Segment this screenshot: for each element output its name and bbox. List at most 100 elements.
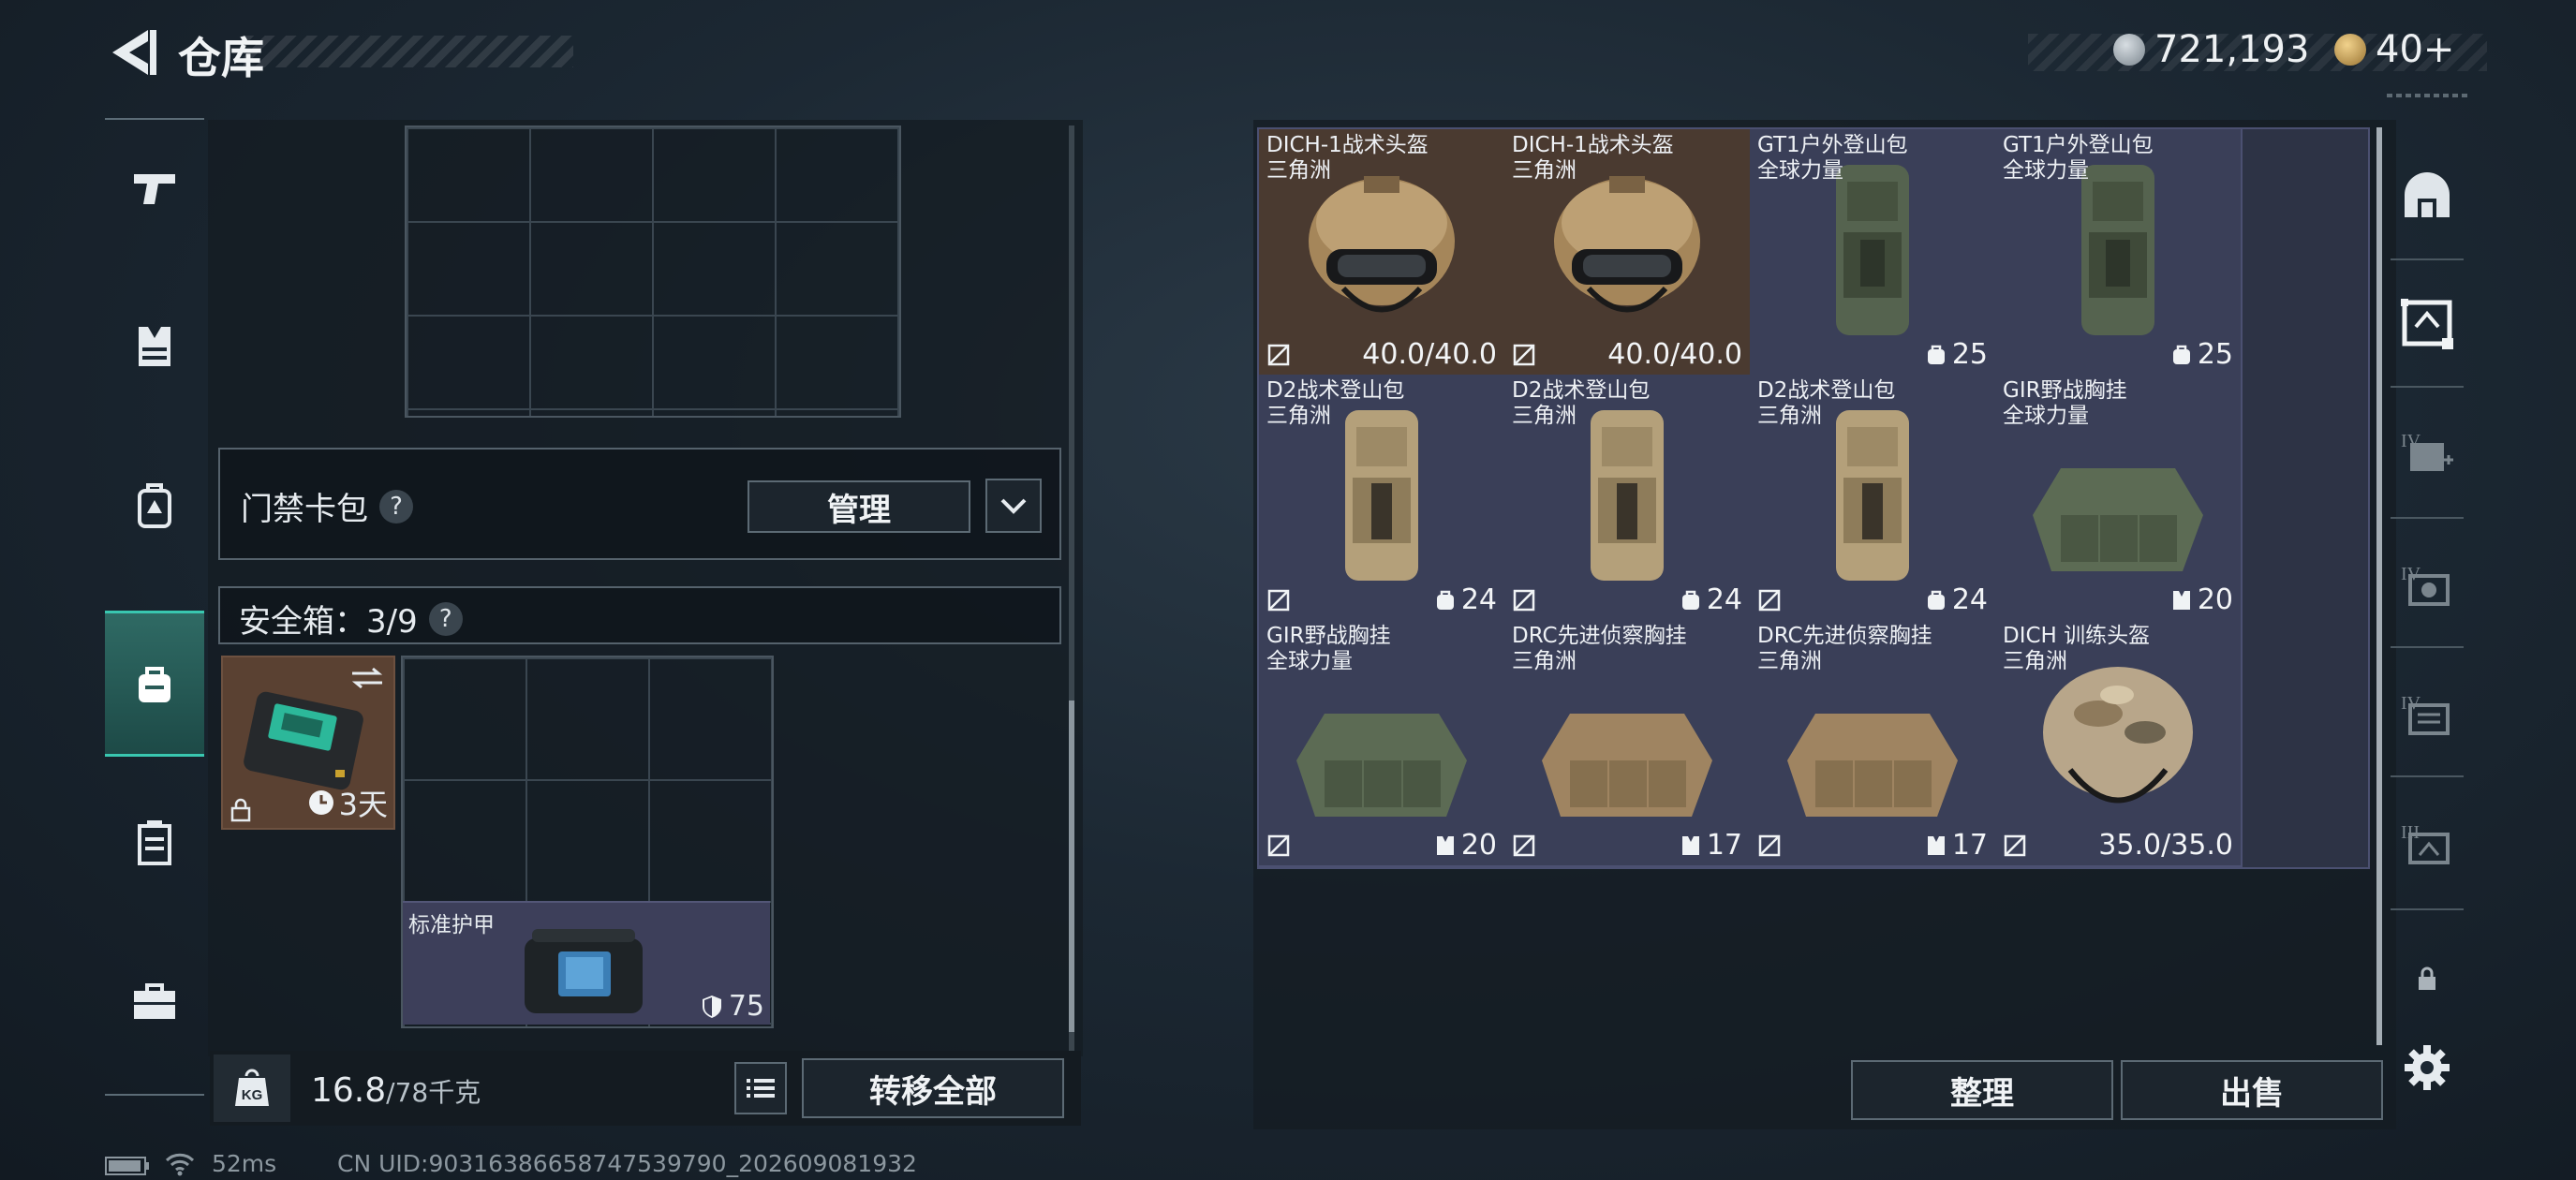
stash-item[interactable]: GT1户外登山包 全球力量 25: [1750, 129, 1997, 376]
item-stat-value: 20: [1460, 829, 1497, 862]
container-grid[interactable]: [405, 125, 901, 418]
stash-item[interactable]: GIR野战胸挂 全球力量 20: [1259, 620, 1506, 867]
unbound-mark-icon: [1267, 589, 1290, 612]
item-title: GT1户外登山包: [2003, 133, 2154, 157]
medical-kit-icon: [138, 820, 171, 865]
sell-button[interactable]: 出售: [2121, 1060, 2383, 1120]
kg-weight-icon: KG: [235, 1069, 269, 1106]
manage-button[interactable]: 管理: [748, 480, 970, 533]
settings-icon: [2405, 1045, 2450, 1090]
item-faction: 三角洲: [1512, 649, 1577, 673]
rig-capacity-icon: [1436, 835, 1454, 855]
safebox-help-button[interactable]: ?: [428, 601, 463, 636]
capacity-icon: [1681, 590, 1699, 610]
stash-item[interactable]: DRC先进侦察胸挂 三角洲 17: [1750, 620, 1997, 867]
item-name: DICH 训练头盔 三角洲: [2003, 624, 2150, 674]
unbound-mark-icon: [1267, 834, 1290, 857]
stash-item[interactable]: D2战术登山包 三角洲 24: [1504, 375, 1752, 622]
item-name: DRC先进侦察胸挂 三角洲: [1512, 624, 1687, 674]
silver-coin-icon: [2113, 34, 2145, 66]
title-decoration: [244, 36, 573, 67]
silver-currency[interactable]: 721,193: [2113, 28, 2309, 71]
stash-item[interactable]: D2战术登山包 三角洲 24: [1259, 375, 1506, 622]
nav-weapons[interactable]: [105, 117, 204, 258]
item-title: GIR野战胸挂: [2003, 378, 2127, 403]
item-name: GIR野战胸挂 全球力量: [2003, 378, 2127, 429]
item-faction: 三角洲: [1512, 158, 1577, 183]
nav-chest-rig[interactable]: [105, 276, 204, 417]
item-name: GIR野战胸挂 全球力量: [1266, 624, 1391, 674]
secure-case-item[interactable]: 3天: [221, 656, 395, 830]
item-stat-value: 17: [1706, 829, 1742, 862]
item-stat: 17: [1926, 829, 1988, 862]
swap-icon[interactable]: [350, 667, 384, 689]
nav-secure-case[interactable]: [105, 611, 204, 757]
backpack-icon: [138, 483, 171, 528]
item-stat: 25: [1926, 338, 1988, 371]
item-stat-value: 25: [2197, 338, 2233, 371]
ping-text: 52ms: [212, 1150, 277, 1177]
stash-item[interactable]: DICH-1战术头盔 三角洲 40.0/40.0: [1504, 129, 1752, 376]
nav-stash-tab-3[interactable]: IV: [2391, 553, 2464, 618]
stash-scrollbar[interactable]: [2376, 127, 2382, 1045]
stash-item[interactable]: GT1户外登山包 全球力量 25: [1995, 129, 2243, 376]
list-view-button[interactable]: [734, 1062, 787, 1114]
back-arrow-icon[interactable]: [103, 26, 159, 79]
uid-text: CN UID:9031638665874753979​0_20260908193…: [337, 1150, 917, 1177]
rig-capacity-icon: [1681, 835, 1699, 855]
stash-tab-1-icon: [2401, 299, 2453, 349]
settings-button[interactable]: [2391, 1035, 2464, 1100]
nav-toolbox[interactable]: [105, 932, 204, 1072]
safe-house-icon: [2405, 172, 2450, 217]
item-name: GT1户外登山包 全球力量: [2003, 133, 2154, 184]
left-scrollbar[interactable]: [1069, 701, 1074, 1032]
nav-medical[interactable]: [105, 773, 204, 913]
left-category-nav: [105, 117, 204, 1100]
item-title: DRC先进侦察胸挂: [1757, 624, 1932, 648]
unbound-mark-icon: [1513, 344, 1535, 366]
nav-lock[interactable]: [2391, 946, 2464, 1011]
capacity-icon: [1927, 590, 1945, 610]
item-title: GIR野战胸挂: [1266, 624, 1391, 648]
item-title: DICH 训练头盔: [2003, 624, 2151, 648]
nav-stash-tab-2[interactable]: IV: [2391, 420, 2464, 485]
keycard-help-button[interactable]: ?: [379, 489, 413, 524]
armor-image: [525, 929, 643, 1013]
capacity-icon: [1927, 345, 1945, 364]
stash-tab-3-icon: IV: [2401, 564, 2450, 606]
expand-dropdown-button[interactable]: [985, 479, 1042, 533]
stash-item[interactable]: D2战术登山包 三角洲 24: [1750, 375, 1997, 622]
gold-currency[interactable]: 40+: [2334, 28, 2454, 71]
unbound-mark-icon: [1267, 344, 1290, 366]
item-faction: 三角洲: [1757, 649, 1822, 673]
stash-item[interactable]: DICH-1战术头盔 三角洲 40.0/40.0: [1259, 129, 1506, 376]
safebox-label: 安全箱：3/9: [239, 603, 418, 641]
item-faction: 全球力量: [2003, 404, 2089, 428]
battery-icon: [105, 1157, 149, 1175]
item-stat: 35.0/35.0: [2098, 829, 2233, 862]
stash-item[interactable]: GIR野战胸挂 全球力量 20: [1995, 375, 2243, 622]
armor-item[interactable]: 标准护甲 75: [403, 901, 770, 1025]
right-nav-divider: [2391, 258, 2464, 260]
item-title: GT1户外登山包: [1757, 133, 1908, 157]
sort-button[interactable]: 整理: [1851, 1060, 2113, 1120]
lock-icon: [230, 798, 251, 822]
right-nav-divider: [2391, 517, 2464, 519]
nav-stash-tab-4[interactable]: IV: [2391, 682, 2464, 747]
item-stat-value: 24: [1951, 583, 1988, 616]
secure-case-icon: [139, 667, 170, 702]
nav-safe-house[interactable]: [2391, 164, 2464, 229]
item-title: DRC先进侦察胸挂: [1512, 624, 1687, 648]
transfer-all-button[interactable]: 转移全部: [802, 1058, 1064, 1118]
armor-name: 标准护甲: [408, 913, 495, 937]
nav-stash-tab-1[interactable]: [2391, 290, 2464, 356]
capacity-icon: [2172, 345, 2190, 364]
nav-stash-tab-5[interactable]: III: [2391, 811, 2464, 877]
nav-backpack[interactable]: [105, 435, 204, 576]
right-nav-top-mark: [2387, 94, 2469, 97]
unbound-mark-icon: [2004, 834, 2026, 857]
right-nav-divider: [2391, 386, 2464, 388]
stash-item[interactable]: DICH 训练头盔 三角洲 35.0/35.0: [1995, 620, 2243, 867]
stash-item[interactable]: DRC先进侦察胸挂 三角洲 17: [1504, 620, 1752, 867]
gold-triangle-coin-icon: [2334, 34, 2366, 66]
